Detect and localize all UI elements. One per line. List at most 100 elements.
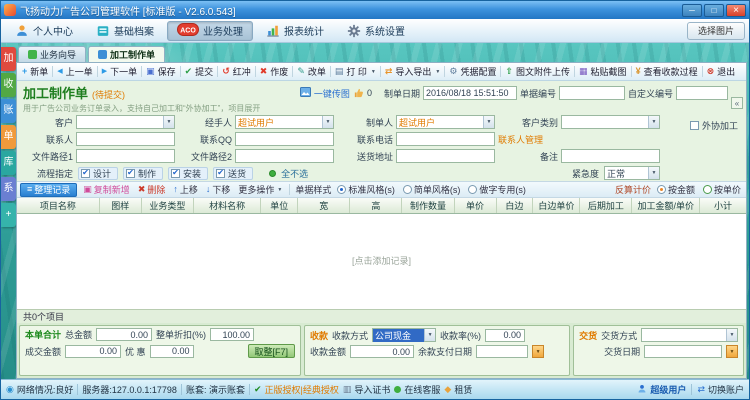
menu-report-statistics[interactable]: 报表统计 (256, 21, 334, 41)
round-off-button[interactable]: 取整[F7] (247, 344, 296, 358)
file-path1-input[interactable] (76, 149, 175, 163)
remark-input[interactable] (561, 149, 660, 163)
paste-screenshot-button[interactable]: ▦ 粘贴截图 (576, 64, 630, 80)
balance-date-value[interactable] (476, 345, 529, 358)
void-button[interactable]: ✖ 作废 (257, 64, 292, 80)
radio-icon[interactable] (402, 185, 412, 194)
tab-business-wizard[interactable]: 业务向导 (18, 46, 87, 62)
col-height[interactable]: 高 (350, 198, 403, 213)
move-up-button[interactable]: ↑ 上移 (171, 183, 200, 197)
grid-body[interactable]: [点击添加记录] (17, 214, 746, 309)
view-payment-process-button[interactable]: ¥ 查看收款过程 (633, 64, 701, 80)
calc-by-unit-price-radio[interactable]: 按单价 (701, 183, 743, 197)
delivery-method-combo[interactable] (641, 328, 738, 342)
chevron-down-icon[interactable] (648, 116, 659, 128)
save-button[interactable]: ▣ 保存 (143, 64, 179, 80)
col-processing-amount[interactable]: 加工金额/单价 (632, 198, 700, 213)
total-amount-value[interactable]: 0.00 (96, 328, 153, 341)
col-width[interactable]: 宽 (298, 198, 351, 213)
prev-order-button[interactable]: ◀ 上一单 (54, 64, 95, 80)
import-cert-link[interactable]: ▥ 导入证书 (343, 383, 391, 396)
process-step-design[interactable]: 设计 (78, 166, 119, 180)
process-step-deliver[interactable]: 送货 (213, 166, 254, 180)
print-button[interactable]: ▤ 打 印 (332, 64, 379, 80)
favor-value[interactable]: 0.00 (149, 344, 194, 358)
balance-date-dropdown-icon[interactable] (532, 345, 545, 358)
file-path2-input[interactable] (235, 149, 334, 163)
customer-type-combo[interactable] (561, 115, 660, 129)
move-down-button[interactable]: ↓ 下移 (204, 183, 233, 197)
menu-basic-archives[interactable]: 基础档案 (86, 21, 164, 41)
col-subtotal[interactable]: 小计 (700, 198, 746, 213)
delivery-address-input[interactable] (396, 149, 495, 163)
style-lettering-radio[interactable]: 做字专用(s) (466, 183, 528, 197)
deal-amount-value[interactable]: 0.00 (65, 344, 122, 358)
contact-input[interactable] (76, 132, 175, 146)
col-white-edge-price[interactable]: 白边单价 (533, 198, 581, 213)
col-item-name[interactable]: 项目名称 (17, 198, 100, 213)
radio-icon[interactable] (468, 185, 478, 194)
chevron-down-icon[interactable] (424, 329, 436, 341)
chevron-down-icon[interactable] (483, 116, 494, 128)
custom-no-value[interactable] (676, 86, 728, 100)
empty-grid-hint[interactable]: [点击添加记录] (17, 254, 746, 267)
checkbox-unchecked-icon[interactable] (689, 121, 699, 130)
voucher-config-button[interactable]: ⚙ 凭据配置 (446, 64, 499, 80)
checkbox-checked-icon[interactable] (216, 168, 226, 178)
red-flush-button[interactable]: ↺ 红冲 (219, 64, 254, 80)
checkbox-checked-icon[interactable] (81, 168, 90, 178)
collapse-panel-button[interactable] (731, 97, 743, 109)
contact-manage-link[interactable]: 联系人管理 (498, 133, 660, 146)
payment-method-combo[interactable]: 公司现金 (372, 328, 437, 342)
online-service-link[interactable]: 在线客服 (394, 383, 440, 396)
side-tab-accounts[interactable]: 账 (1, 99, 16, 123)
delivery-date-value[interactable] (644, 345, 722, 358)
side-tab-add[interactable]: + (1, 203, 16, 227)
minimize-button[interactable] (682, 3, 702, 17)
discount-value[interactable]: 100.00 (210, 328, 255, 341)
col-post-processing[interactable]: 后期加工 (580, 198, 633, 213)
made-date-value[interactable]: 2016/08/18 15:51:50 (422, 86, 517, 100)
checkbox-checked-icon[interactable] (171, 168, 181, 178)
organize-records-button[interactable]: ≡ 整理记录 (20, 182, 78, 197)
modify-order-button[interactable]: ✎ 改单 (294, 64, 329, 80)
phone-input[interactable] (396, 132, 495, 146)
radio-selected-icon[interactable] (337, 185, 347, 194)
menu-business-processing[interactable]: ACO 业务处理 (167, 20, 253, 41)
process-step-install[interactable]: 安装 (168, 166, 209, 180)
style-simple-radio[interactable]: 简单风格(s) (401, 183, 463, 197)
delivery-date-dropdown-icon[interactable] (726, 345, 738, 358)
col-image[interactable]: 图样 (100, 198, 142, 213)
col-material[interactable]: 材料名称 (194, 198, 262, 213)
lease-link[interactable]: ◆ 租赁 (444, 383, 472, 396)
chevron-down-icon[interactable] (163, 116, 174, 128)
qq-input[interactable] (235, 132, 334, 146)
radio-icon[interactable] (702, 185, 712, 194)
maximize-button[interactable] (704, 3, 724, 17)
calc-by-amount-radio[interactable]: 按金额 (655, 183, 697, 197)
close-button[interactable] (726, 3, 746, 17)
import-export-button[interactable]: ⇄ 导入导出 (382, 64, 444, 80)
current-user[interactable]: 超级用户 (637, 383, 686, 396)
new-order-button[interactable]: + 新单 (19, 64, 51, 80)
payment-amount-value[interactable]: 0.00 (350, 345, 415, 358)
more-actions-button[interactable]: 更多操作 (236, 183, 284, 197)
menu-personal-center[interactable]: 个人中心 (5, 21, 83, 41)
side-tab-receipt[interactable]: 收 (1, 73, 16, 97)
col-white-edge[interactable]: 白边 (497, 198, 534, 213)
select-image-button[interactable]: 选择图片 (686, 21, 745, 40)
col-quantity[interactable]: 制作数量 (402, 198, 455, 213)
customer-combo[interactable] (76, 115, 175, 129)
select-none-link[interactable]: 全不选 (281, 167, 308, 180)
col-unit-price[interactable]: 单价 (455, 198, 497, 213)
maker-combo[interactable]: 超试用户 (396, 115, 495, 129)
col-business-type[interactable]: 业务类型 (142, 198, 194, 213)
radio-selected-icon[interactable] (656, 185, 666, 194)
style-standard-radio[interactable]: 标准风格(s) (335, 183, 397, 197)
outsourcing-checkbox-group[interactable]: 外协加工 (689, 119, 738, 132)
process-step-make[interactable]: 制作 (123, 166, 164, 180)
tab-work-order[interactable]: 加工制作单 (88, 46, 166, 62)
payment-rate-value[interactable]: 0.00 (485, 328, 526, 342)
checkbox-checked-icon[interactable] (126, 168, 136, 178)
chevron-down-icon[interactable] (322, 116, 333, 128)
